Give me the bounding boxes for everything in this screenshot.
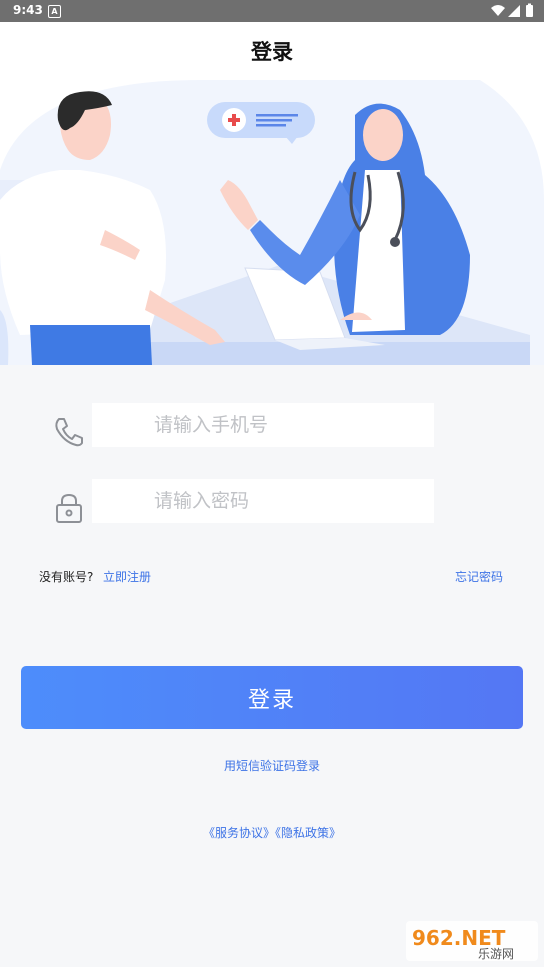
sms-login-link[interactable]: 用短信验证码登录 bbox=[0, 757, 544, 774]
notification-badge: A bbox=[48, 5, 61, 18]
lock-icon bbox=[56, 493, 82, 523]
watermark-subtext: 乐游网 bbox=[478, 947, 514, 961]
status-time: 9:43 bbox=[13, 3, 43, 17]
hero-illustration bbox=[0, 80, 544, 365]
agreements: 《服务协议》《隐私政策》 bbox=[0, 824, 544, 841]
phone-row bbox=[0, 403, 544, 463]
phone-icon bbox=[55, 418, 83, 447]
login-button[interactable]: 登录 bbox=[21, 666, 523, 729]
privacy-policy-link[interactable]: 《隐私政策》 bbox=[275, 826, 341, 840]
password-input[interactable] bbox=[92, 479, 434, 523]
chat-bubble-icon bbox=[207, 102, 315, 144]
signal-icon bbox=[508, 5, 520, 17]
phone-input[interactable] bbox=[92, 403, 434, 447]
app-header: 登录 bbox=[0, 22, 544, 80]
wifi-icon bbox=[491, 5, 505, 16]
register-link[interactable]: 立即注册 bbox=[103, 568, 151, 585]
status-icons bbox=[491, 3, 533, 17]
no-account-text: 没有账号? bbox=[39, 570, 94, 584]
battery-icon bbox=[526, 3, 533, 17]
page-title: 登录 bbox=[251, 40, 293, 64]
watermark-logo: 962.NET 乐游网 bbox=[406, 921, 538, 961]
status-bar: 9:43 A bbox=[0, 0, 544, 22]
forgot-password-link[interactable]: 忘记密码 bbox=[455, 568, 503, 585]
password-row bbox=[0, 479, 544, 539]
service-agreement-link[interactable]: 《服务协议》 bbox=[203, 826, 275, 840]
